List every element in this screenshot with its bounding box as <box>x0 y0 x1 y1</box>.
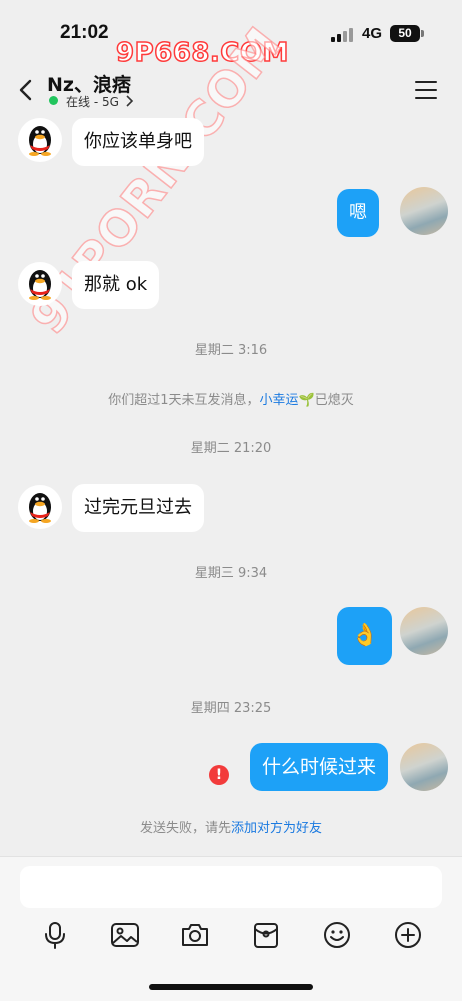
contact-avatar[interactable] <box>18 118 62 162</box>
signal-icon <box>331 28 353 42</box>
contact-avatar[interactable] <box>18 485 62 529</box>
network-type: 4G <box>362 25 383 42</box>
add-friend-link[interactable]: 添加对方为好友 <box>231 821 322 836</box>
my-avatar[interactable] <box>400 743 448 791</box>
system-notice-send-failed: 发送失败，请先添加对方为好友 <box>0 817 462 836</box>
camera-icon[interactable] <box>180 920 210 950</box>
timestamp: 星期二 3:16 <box>194 343 268 358</box>
my-avatar[interactable] <box>400 607 448 655</box>
timestamp: 星期四 23:25 <box>190 701 272 716</box>
battery-indicator: 50 <box>390 25 420 42</box>
timestamp: 星期三 9:34 <box>194 566 268 581</box>
message-bubble-outgoing[interactable]: 什么时候过来 <box>250 743 389 791</box>
microphone-icon[interactable] <box>40 920 70 950</box>
message-bubble-incoming[interactable]: 过完元旦过去 <box>72 484 204 532</box>
sprout-icon: 🌱 <box>298 393 315 408</box>
message-input[interactable] <box>20 866 442 908</box>
status-time: 21:02 <box>60 22 109 43</box>
streak-link[interactable]: 小幸运 <box>260 393 299 408</box>
emoji-icon[interactable] <box>322 920 352 950</box>
message-bubble-outgoing[interactable]: 嗯 <box>337 189 379 237</box>
notice-text: 已熄灭 <box>314 393 354 408</box>
battery-tip <box>421 30 424 37</box>
plus-icon[interactable] <box>393 920 423 950</box>
system-notice-streak: 你们超过1天未互发消息，小幸运🌱已熄灭 <box>0 389 462 408</box>
online-status[interactable]: 在线 - 5G <box>66 93 119 110</box>
send-failed-icon[interactable]: ! <box>209 765 229 785</box>
chevron-right-icon[interactable] <box>124 95 134 107</box>
notice-text: 发送失败，请先 <box>139 821 231 836</box>
message-bubble-incoming[interactable]: 那就 ok <box>72 261 160 309</box>
menu-icon[interactable] <box>414 79 438 101</box>
message-bubble-outgoing[interactable]: 👌 <box>337 607 393 665</box>
back-icon[interactable] <box>14 78 38 102</box>
message-bubble-incoming[interactable]: 你应该单身吧 <box>72 118 204 166</box>
my-avatar[interactable] <box>400 187 448 235</box>
image-icon[interactable] <box>110 920 140 950</box>
home-indicator <box>149 984 313 990</box>
timestamp: 星期二 21:20 <box>190 441 272 456</box>
red-packet-icon[interactable] <box>251 920 281 950</box>
online-status-dot <box>49 96 58 105</box>
contact-avatar[interactable] <box>18 262 62 306</box>
notice-text: 你们超过1天未互发消息， <box>108 393 260 408</box>
